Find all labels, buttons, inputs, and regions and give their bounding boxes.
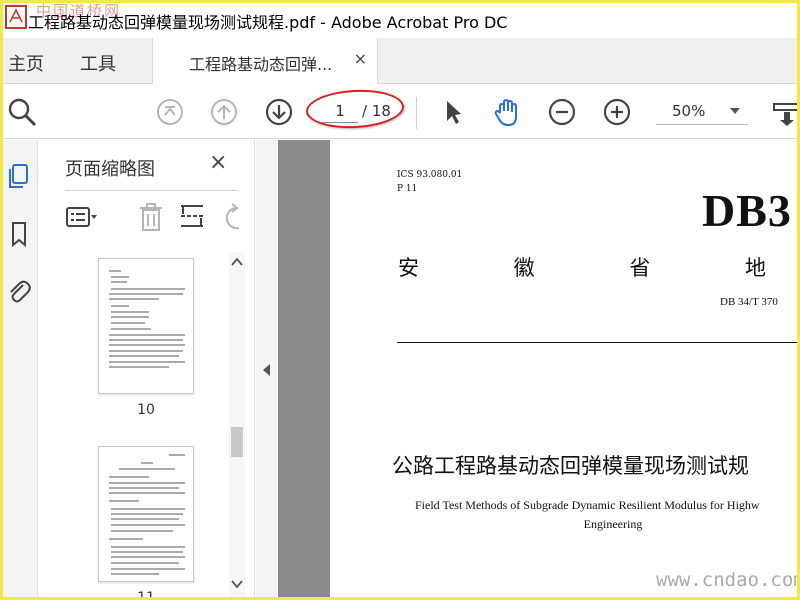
tab-bar: 主页 工具 工程路基动态回弹... × (0, 38, 800, 84)
thumbnail-page-label: 11 (137, 590, 155, 600)
page-highlight-annotation (305, 87, 405, 131)
thumbnail-list: 10 11 (39, 244, 229, 600)
ics-code: ICS 93.080.01 (397, 170, 463, 180)
tab-tools[interactable]: 工具 (80, 50, 116, 76)
toolbar: / 18 50% (0, 85, 800, 139)
chevron-down-icon (730, 108, 740, 114)
zoom-out-icon[interactable] (546, 96, 578, 128)
document-viewport[interactable]: ICS 93.080.01 P 11 DB3 安 徽 省 地 方 标 DB 34… (278, 140, 800, 600)
thumbnail-scrollbar[interactable] (229, 252, 245, 600)
close-panel-button[interactable]: × (209, 150, 227, 175)
document-title-en-line2: Engineering (583, 517, 643, 531)
panel-title: 页面缩略图 (65, 159, 155, 180)
tab-home[interactable]: 主页 (8, 50, 44, 76)
extract-page-icon[interactable] (177, 202, 209, 232)
classification-code: P 11 (397, 184, 418, 194)
attachments-icon[interactable] (5, 278, 33, 306)
scroll-down-icon[interactable] (229, 576, 245, 592)
watermark-bottom: www.cndao.com (656, 569, 800, 591)
document-tab-label: 工程路基动态回弹... (189, 55, 333, 74)
document-page: ICS 93.080.01 P 11 DB3 安 徽 省 地 方 标 DB 34… (330, 140, 800, 600)
panel-divider (65, 190, 238, 191)
hand-tool-icon[interactable] (491, 96, 523, 128)
search-zoom-icon[interactable] (6, 96, 38, 128)
tab-document[interactable]: 工程路基动态回弹... × (152, 38, 378, 84)
prev-page-icon[interactable] (208, 96, 240, 128)
collapse-arrow-icon[interactable] (263, 364, 270, 376)
first-page-icon[interactable] (154, 96, 186, 128)
rotate-page-icon[interactable] (219, 202, 251, 232)
delete-page-icon[interactable] (135, 202, 167, 232)
bookmarks-icon[interactable] (5, 220, 33, 248)
more-tools-icon[interactable] (770, 96, 800, 128)
scrollbar-thumb[interactable] (231, 427, 243, 457)
title-bar: 中国道桥网 工程路基动态回弹模量现场测试规程.pdf - Adobe Acrob… (0, 0, 800, 38)
page-thumbnail[interactable] (98, 446, 194, 582)
panel-collapse-strip[interactable] (256, 140, 278, 600)
left-navigation-rail (0, 140, 46, 600)
next-page-icon[interactable] (263, 96, 295, 128)
page-thumbnails-panel: 页面缩略图 × 10 11 (39, 140, 255, 600)
page-thumbnail[interactable] (98, 258, 194, 394)
page-thumbnails-icon[interactable] (5, 162, 33, 190)
thumbnail-options-icon[interactable] (65, 202, 97, 232)
acrobat-logo-icon (4, 2, 30, 32)
window-title: 工程路基动态回弹模量现场测试规程.pdf - Adobe Acrobat Pro… (28, 13, 508, 32)
zoom-value: 50% (672, 102, 706, 120)
thumbnail-page-label: 10 (137, 402, 155, 418)
header-rule (397, 342, 800, 343)
standard-type: 安 徽 省 地 方 标 (398, 256, 800, 280)
zoom-in-icon[interactable] (601, 96, 633, 128)
document-title-en: Field Test Methods of Subgrade Dynamic R… (415, 498, 760, 512)
document-title-cn: 公路工程路基动态回弹模量现场测试规 (392, 454, 749, 478)
scroll-up-icon[interactable] (229, 254, 245, 270)
toolbar-divider (416, 97, 417, 129)
zoom-select[interactable]: 50% (656, 99, 748, 125)
select-arrow-icon[interactable] (437, 96, 469, 128)
close-tab-button[interactable]: × (354, 49, 367, 68)
standard-logo: DB3 (702, 185, 792, 236)
standard-number: DB 34/T 370 (720, 296, 778, 308)
